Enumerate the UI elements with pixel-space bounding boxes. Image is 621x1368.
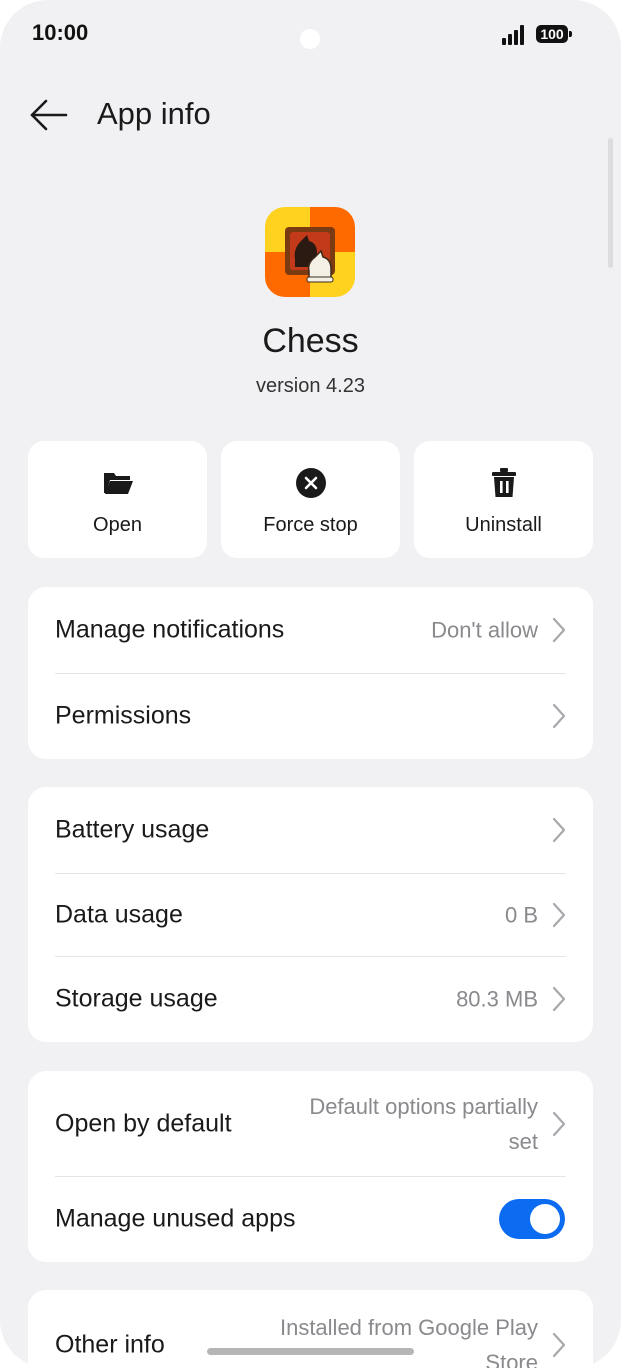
uninstall-button-label: Uninstall <box>465 514 542 536</box>
chevron-right-icon <box>552 1332 566 1358</box>
app-name: Chess <box>262 322 359 360</box>
open-by-default-row[interactable]: Open by default Default options partiall… <box>28 1071 593 1176</box>
other-info-card: Other info Installed from Google Play St… <box>28 1290 593 1368</box>
chess-app-icon <box>265 207 355 297</box>
storage-usage-value: 80.3 MB <box>456 986 538 1012</box>
open-by-default-label: Open by default <box>55 1109 232 1137</box>
folder-open-icon <box>103 473 133 494</box>
action-buttons: Open Force stop Uninstall <box>28 441 593 558</box>
other-info-row[interactable]: Other info Installed from Google Play St… <box>28 1290 593 1368</box>
force-stop-button[interactable]: Force stop <box>221 441 400 558</box>
usage-card: Battery usage Data usage 0 B Storage usa… <box>28 787 593 1042</box>
manage-notifications-value: Don't allow <box>431 617 538 643</box>
chevron-right-icon <box>552 1111 566 1136</box>
chevron-right-icon <box>552 986 566 1012</box>
permissions-row[interactable]: Permissions <box>28 673 593 759</box>
defaults-card: Open by default Default options partiall… <box>28 1071 593 1262</box>
chevron-right-icon <box>552 817 566 843</box>
status-time: 10:00 <box>32 20 89 45</box>
trash-icon <box>491 468 516 497</box>
open-button[interactable]: Open <box>28 441 207 558</box>
battery-usage-label: Battery usage <box>55 815 210 844</box>
toggle-knob <box>530 1204 560 1234</box>
chevron-right-icon <box>552 703 566 729</box>
storage-usage-row[interactable]: Storage usage 80.3 MB <box>28 956 593 1042</box>
phone-screen: 10:00 100 App info Chess version 4.23 Op… <box>0 0 621 1368</box>
manage-unused-apps-label: Manage unused apps <box>55 1204 296 1233</box>
open-by-default-value: Default options partially set <box>309 1089 538 1159</box>
force-stop-button-label: Force stop <box>263 514 358 536</box>
manage-notifications-label: Manage notifications <box>55 615 285 644</box>
storage-usage-label: Storage usage <box>55 984 218 1013</box>
open-by-default-value-line1: Default options partially <box>309 1093 538 1119</box>
status-bar: 10:00 100 <box>0 0 621 70</box>
open-by-default-value-line2: set <box>508 1128 538 1154</box>
app-version: version 4.23 <box>256 375 365 397</box>
permissions-label: Permissions <box>55 701 192 730</box>
signal-icon <box>502 25 524 45</box>
battery-icon: 100 <box>536 25 572 43</box>
data-usage-row[interactable]: Data usage 0 B <box>28 873 593 956</box>
manage-unused-apps-toggle[interactable] <box>499 1199 565 1239</box>
manage-notifications-row[interactable]: Manage notifications Don't allow <box>28 587 593 673</box>
other-info-value: Installed from Google Play Store <box>280 1310 538 1368</box>
other-info-label: Other info <box>55 1330 165 1359</box>
page-title: App info <box>97 96 211 131</box>
battery-usage-row[interactable]: Battery usage <box>28 787 593 873</box>
close-circle-icon <box>295 468 326 498</box>
back-arrow-icon[interactable] <box>28 95 70 135</box>
chevron-right-icon <box>552 902 566 927</box>
camera-cutout <box>300 29 320 49</box>
open-button-label: Open <box>93 514 142 536</box>
data-usage-label: Data usage <box>55 900 183 928</box>
chevron-right-icon <box>552 617 566 643</box>
scrollbar[interactable] <box>608 138 613 268</box>
data-usage-value: 0 B <box>504 902 538 927</box>
manage-unused-apps-row[interactable]: Manage unused apps <box>28 1176 593 1262</box>
battery-level: 100 <box>540 26 564 42</box>
other-info-value-line2: Store <box>485 1350 538 1368</box>
other-info-value-line1: Installed from Google Play <box>279 1315 538 1340</box>
home-indicator[interactable] <box>207 1348 414 1355</box>
uninstall-button[interactable]: Uninstall <box>414 441 593 558</box>
notifications-card: Manage notifications Don't allow Permiss… <box>28 587 593 759</box>
